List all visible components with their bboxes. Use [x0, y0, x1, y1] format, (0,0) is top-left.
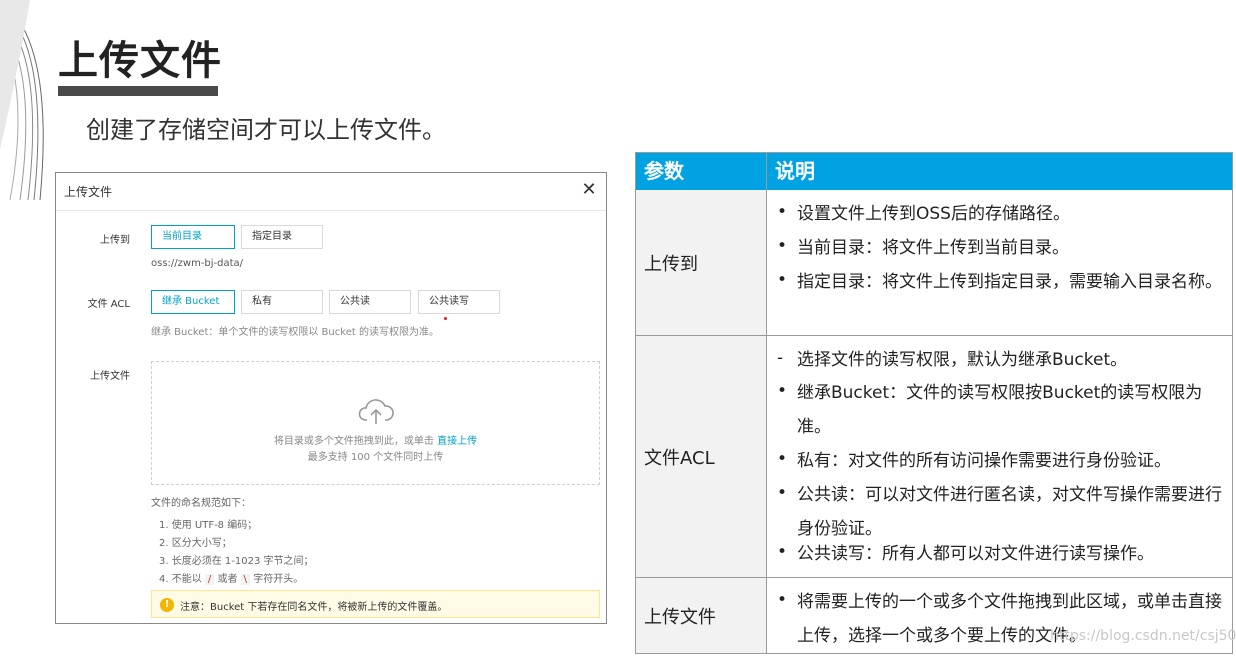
- table-row-desc: - 选择文件的读写权限，默认为继承Bucket。 • 继承Bucket：文件的读…: [767, 336, 1232, 577]
- upload-to-label: 上传到: [100, 235, 130, 246]
- bullet-mark: •: [777, 202, 788, 222]
- bullet-mark: •: [777, 236, 788, 256]
- naming-rule: 1. 使用 UTF-8 编码；: [159, 520, 258, 531]
- naming-rule: 3. 长度必须在 1-1023 字节之间；: [159, 556, 314, 567]
- slide-subtitle: 创建了存储空间才可以上传文件。: [86, 116, 446, 144]
- acl-option-inherit[interactable]: 继承 Bucket: [151, 290, 235, 314]
- bullet-text: 指定目录：将文件上传到指定目录，需要输入目录名称。: [797, 272, 1222, 292]
- upload-dialog: 上传文件 ✕ 上传到 当前目录 指定目录 oss://zwm-bj-data/ …: [55, 172, 607, 624]
- direct-upload-link[interactable]: 直接上传: [437, 436, 477, 447]
- bullet-mark: •: [777, 449, 788, 469]
- bullet-text: 私有：对文件的所有访问操作需要进行身份验证。: [797, 451, 1171, 471]
- title-underline: [58, 86, 218, 96]
- bullet-text: 选择文件的读写权限，默认为继承Bucket。: [797, 350, 1128, 370]
- slide-title: 上传文件: [58, 38, 222, 84]
- file-dropzone[interactable]: 将目录或多个文件拖拽到此，或单击 直接上传 最多支持 100 个文件同时上传: [151, 361, 600, 485]
- table-header-param: 参数: [636, 153, 767, 190]
- option-specified-dir[interactable]: 指定目录: [241, 225, 323, 249]
- bullet-mark: •: [777, 483, 788, 503]
- bullet-text: 设置文件上传到OSS后的存储路径。: [797, 204, 1070, 224]
- parameter-table: 参数 说明 上传到 • 设置文件上传到OSS后的存储路径。 • 当前目录：将文件…: [635, 152, 1233, 654]
- rule4-mid: 或者: [217, 574, 238, 585]
- table-row-name: 上传文件: [636, 578, 767, 653]
- dropzone-text: 将目录或多个文件拖拽到此，或单击 直接上传: [152, 432, 599, 447]
- cloud-upload-icon: [358, 399, 394, 424]
- option-current-dir[interactable]: 当前目录: [151, 225, 235, 249]
- acl-option-public-read[interactable]: 公共读: [329, 290, 411, 314]
- bullet-text: 公共读写：所有人都可以对文件进行读写操作。: [797, 544, 1154, 564]
- bullet-mark: -: [777, 348, 784, 368]
- rule4-suffix: 字符开头。: [253, 574, 304, 585]
- acl-option-public-read-write[interactable]: 公共读写: [418, 290, 500, 314]
- dialog-title: 上传文件: [64, 185, 113, 199]
- acl-label: 文件 ACL: [87, 299, 130, 310]
- warning-text: 注意：Bucket 下若存在同名文件，将被新上传的文件覆盖。: [180, 602, 448, 613]
- bullet-mark: •: [777, 542, 788, 562]
- table-row-name: 上传到: [636, 190, 767, 335]
- naming-rules-title: 文件的命名规范如下：: [151, 498, 251, 509]
- upload-path: oss://zwm-bj-data/: [151, 258, 244, 269]
- bullet-text: 继承Bucket：文件的读写权限按Bucket的读写权限为准。: [797, 383, 1203, 437]
- naming-rule: 4. 不能以 / 或者 \ 字符开头。: [159, 570, 303, 585]
- file-label: 上传文件: [90, 371, 130, 382]
- dropzone-limit: 最多支持 100 个文件同时上传: [307, 452, 444, 463]
- close-icon[interactable]: ✕: [580, 181, 598, 199]
- bullet-text: 当前目录：将文件上传到当前目录。: [797, 238, 1069, 258]
- rule4-prefix: 4. 不能以: [159, 574, 202, 585]
- bullet-mark: •: [777, 381, 788, 401]
- table-row-desc: • 设置文件上传到OSS后的存储路径。 • 当前目录：将文件上传到当前目录。 •…: [767, 190, 1232, 335]
- bullet-mark: •: [777, 590, 788, 610]
- table-header-desc: 说明: [767, 153, 1232, 190]
- acl-option-private[interactable]: 私有: [241, 290, 323, 314]
- watermark: https://blog.csdn.net/csj50: [1050, 628, 1236, 644]
- red-dot-mark: [444, 317, 447, 320]
- decorative-swoosh: [0, 0, 44, 200]
- table-row-name: 文件ACL: [636, 336, 767, 577]
- warning-icon: !: [160, 598, 174, 612]
- bullet-mark: •: [777, 270, 788, 290]
- acl-hint: 继承 Bucket：单个文件的读写权限以 Bucket 的读写权限为准。: [151, 327, 439, 338]
- bullet-text: 公共读：可以对文件进行匿名读，对文件写操作需要进行身份验证。: [797, 485, 1222, 539]
- drop-instruction: 将目录或多个文件拖拽到此，或单击: [273, 436, 434, 447]
- rule4-code-backslash: \: [240, 574, 251, 585]
- rule4-code-slash: /: [204, 574, 215, 585]
- naming-rule: 2. 区分大小写；: [159, 538, 232, 549]
- overwrite-warning: ! 注意：Bucket 下若存在同名文件，将被新上传的文件覆盖。: [151, 590, 600, 618]
- dialog-header: 上传文件 ✕: [56, 173, 606, 211]
